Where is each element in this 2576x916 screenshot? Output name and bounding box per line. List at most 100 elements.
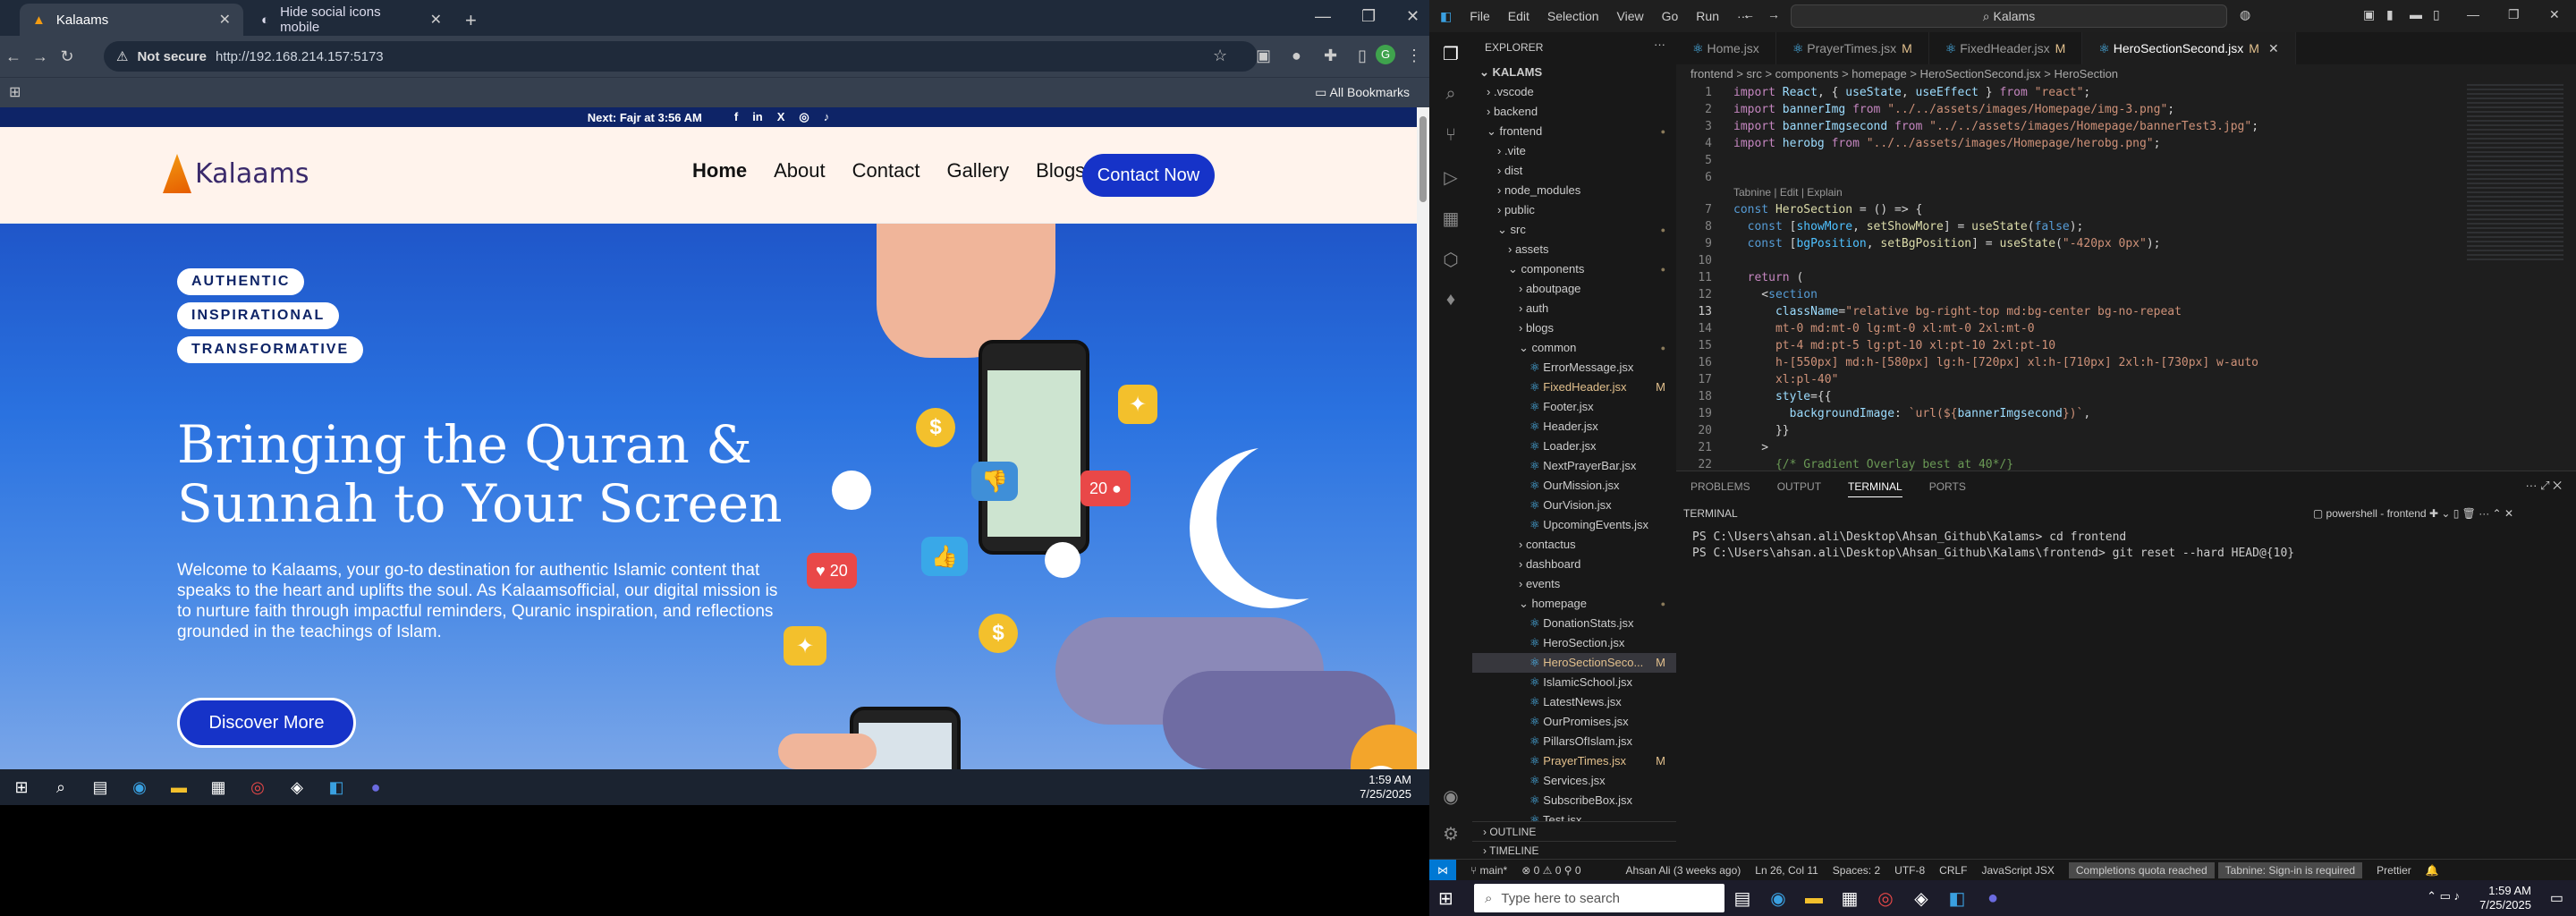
menu-go[interactable]: Go: [1662, 9, 1679, 23]
forward-icon[interactable]: →: [27, 47, 54, 66]
tree-folder[interactable]: › .vscode: [1472, 82, 1676, 102]
all-bookmarks[interactable]: ▭ All Bookmarks: [1315, 85, 1410, 100]
source-control-icon[interactable]: ⑂: [1440, 125, 1462, 147]
tree-file[interactable]: ⚛ IslamicSchool.jsx: [1472, 673, 1676, 692]
split-icon[interactable]: ▯: [1358, 47, 1367, 65]
tree-folder[interactable]: ⌄ components ●: [1472, 259, 1676, 279]
tree-folder[interactable]: › backend: [1472, 102, 1676, 122]
system-clock[interactable]: 1:59 AM 7/25/2025: [2479, 884, 2531, 912]
tree-file[interactable]: ⚛ HeroSectionSeco... M: [1472, 653, 1676, 673]
x-twitter-icon[interactable]: X: [777, 110, 785, 124]
tree-file[interactable]: ⚛ OurPromises.jsx: [1472, 712, 1676, 732]
toggle-sidebar-icon[interactable]: ▮: [2386, 7, 2394, 22]
menu-kebab-icon[interactable]: ⋮: [1406, 47, 1422, 65]
linkedin-icon[interactable]: in: [752, 110, 763, 124]
tree-folder[interactable]: › .vite: [1472, 141, 1676, 161]
tree-file[interactable]: ⚛ PillarsOfIslam.jsx: [1472, 732, 1676, 751]
tree-file[interactable]: ⚛ Services.jsx: [1472, 771, 1676, 791]
editor-tab-home[interactable]: ⚛ Home.jsx: [1676, 32, 1776, 64]
codelens[interactable]: Tabnine | Edit | Explain: [1733, 184, 1843, 201]
edge-icon[interactable]: ◉: [127, 775, 152, 800]
tree-file[interactable]: ⚛ ErrorMessage.jsx: [1472, 358, 1676, 377]
app-icon[interactable]: ◈: [1903, 880, 1939, 916]
tabnine-status[interactable]: Tabnine: Sign-in is required: [2217, 861, 2363, 878]
account-icon[interactable]: ◉: [1440, 785, 1462, 807]
tabnine-icon[interactable]: ♦: [1440, 290, 1462, 311]
tree-folder[interactable]: ⌄ frontend ●: [1472, 122, 1676, 141]
menu-selection[interactable]: Selection: [1547, 9, 1599, 23]
tree-file[interactable]: ⚛ Header.jsx: [1472, 417, 1676, 437]
editor-tab-prayertimes[interactable]: ⚛ PrayerTimes.jsx M: [1776, 32, 1929, 64]
minimap[interactable]: [2467, 84, 2563, 263]
app-icon[interactable]: ◈: [284, 775, 309, 800]
bookmark-star-icon[interactable]: ☆: [1213, 47, 1227, 65]
page-scrollbar[interactable]: [1417, 107, 1429, 769]
tree-file[interactable]: ⚛ NextPrayerBar.jsx: [1472, 456, 1676, 476]
tiktok-icon[interactable]: ♪: [824, 110, 830, 124]
nav-gallery[interactable]: Gallery: [946, 159, 1009, 182]
language-mode[interactable]: JavaScript JSX: [1982, 864, 2055, 877]
edge-icon[interactable]: ◉: [1760, 880, 1796, 916]
tree-file[interactable]: ⚛ UpcomingEvents.jsx: [1472, 515, 1676, 535]
toggle-panel-icon[interactable]: ▬: [2410, 7, 2422, 21]
chrome-icon[interactable]: ◎: [245, 775, 270, 800]
taskbar-search-box[interactable]: ⌕ Type here to search: [1474, 884, 1724, 912]
remote-indicator-icon[interactable]: ⋈: [1429, 859, 1456, 881]
avatar[interactable]: G: [1376, 45, 1395, 64]
contact-now-button[interactable]: Contact Now: [1082, 154, 1215, 197]
outline-section[interactable]: › OUTLINE: [1472, 821, 1676, 841]
minimize-icon[interactable]: —: [2467, 7, 2479, 21]
store-icon[interactable]: ▦: [1832, 880, 1868, 916]
chrome-icon[interactable]: ◎: [1868, 880, 1903, 916]
tree-folder[interactable]: › auth: [1472, 299, 1676, 318]
task-view-icon[interactable]: ▤: [88, 775, 113, 800]
tree-file[interactable]: ⚛ FixedHeader.jsx M: [1472, 377, 1676, 397]
cursor-position[interactable]: Ln 26, Col 11: [1755, 864, 1818, 877]
tree-file[interactable]: ⚛ PrayerTimes.jsx M: [1472, 751, 1676, 771]
line-ending[interactable]: CRLF: [1939, 864, 1967, 877]
maximize-icon[interactable]: ❐: [1361, 7, 1376, 26]
close-window-icon[interactable]: ✕: [1406, 7, 1419, 26]
terminal-line[interactable]: PS C:\Users\ahsan.ali\Desktop\Ahsan_Gith…: [1692, 547, 2294, 560]
tree-folder[interactable]: › dashboard: [1472, 555, 1676, 574]
menu-edit[interactable]: Edit: [1508, 9, 1530, 23]
tree-file[interactable]: ⚛ Loader.jsx: [1472, 437, 1676, 456]
panel-tab-ports[interactable]: PORTS: [1929, 480, 1966, 497]
extension-icon[interactable]: ●: [1292, 47, 1301, 65]
nav-contact[interactable]: Contact: [852, 159, 920, 182]
windows-start-icon[interactable]: ⊞: [1438, 887, 1453, 910]
file-explorer-icon[interactable]: ▬: [166, 775, 191, 800]
close-tab-icon[interactable]: ✕: [430, 11, 442, 29]
panel-tab-output[interactable]: OUTPUT: [1777, 480, 1821, 497]
back-icon[interactable]: ←: [0, 47, 27, 66]
tree-file[interactable]: ⚛ OurVision.jsx: [1472, 496, 1676, 515]
extensions-puzzle-icon[interactable]: ✚: [1324, 47, 1337, 65]
browser-tab-hide-social[interactable]: ◐ Hide social icons mobile ✕: [249, 4, 454, 36]
instagram-icon[interactable]: ◎: [799, 110, 809, 124]
nav-back-icon[interactable]: ←: [1742, 7, 1755, 21]
more-actions-icon[interactable]: ···: [1654, 38, 1665, 51]
nav-blogs[interactable]: Blogs: [1036, 159, 1085, 182]
explorer-files-icon[interactable]: ❐: [1440, 43, 1462, 64]
completions-quota[interactable]: Completions quota reached: [2068, 861, 2215, 878]
search-icon[interactable]: ⌕: [48, 775, 73, 800]
notifications-icon[interactable]: ▭: [2550, 889, 2563, 907]
tree-folder[interactable]: › public: [1472, 200, 1676, 220]
tree-folder[interactable]: › node_modules: [1472, 181, 1676, 200]
file-explorer-icon[interactable]: ▬: [1796, 880, 1832, 916]
notifications-bell-icon[interactable]: 🔔: [2426, 864, 2439, 877]
reload-icon[interactable]: ↻: [54, 47, 80, 66]
explorer-root[interactable]: ⌄ KALAMS: [1472, 63, 1676, 82]
tree-folder[interactable]: › blogs: [1472, 318, 1676, 338]
url-text[interactable]: http://192.168.214.157:5173: [216, 49, 384, 64]
command-center-search[interactable]: ⌕ Kalams: [1791, 4, 2227, 28]
vscode-icon[interactable]: ◧: [1939, 880, 1975, 916]
extension-icon[interactable]: ▣: [1256, 47, 1271, 65]
minimize-icon[interactable]: —: [1315, 7, 1331, 26]
browser-tab-kalaams[interactable]: ▲ Kalaams ✕: [20, 4, 243, 36]
maximize-icon[interactable]: ❐: [2508, 7, 2520, 22]
tree-file[interactable]: ⚛ OurMission.jsx: [1472, 476, 1676, 496]
breadcrumb[interactable]: frontend > src > components > homepage >…: [1676, 64, 2576, 84]
discover-more-button[interactable]: Discover More: [177, 698, 356, 748]
zoom-icon[interactable]: ●: [1975, 880, 2011, 916]
